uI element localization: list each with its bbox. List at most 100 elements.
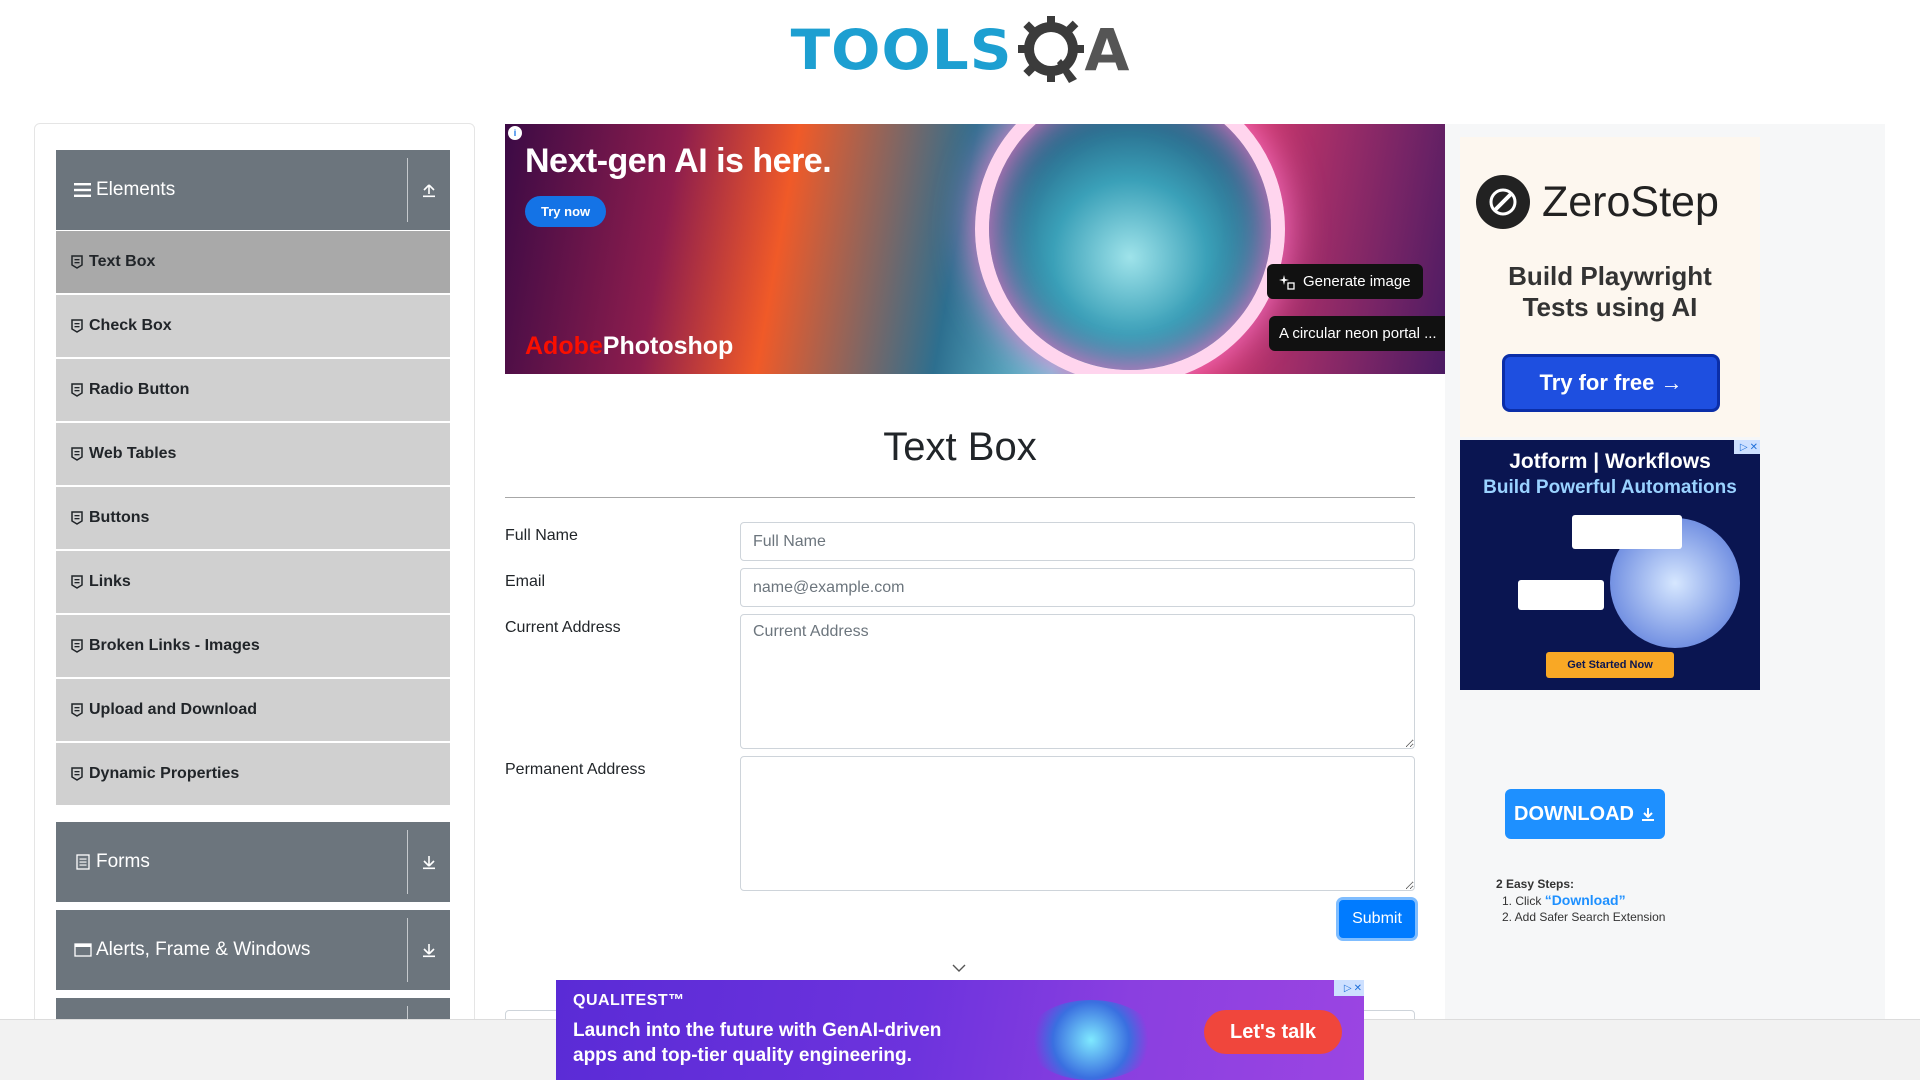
jotform-card (1572, 515, 1682, 549)
download-label: DOWNLOAD (1514, 802, 1634, 825)
ad-headline: Next-gen AI is here. (525, 142, 832, 180)
sidebar-item-label: Buttons (89, 509, 150, 526)
expand-down-icon[interactable] (408, 942, 450, 958)
chevron-down-icon[interactable] (951, 960, 967, 976)
zerostep-tagline: Build Playwright Tests using AI (1460, 261, 1760, 323)
badge-icon (71, 639, 83, 653)
jotform-ad[interactable]: ▷ ✕ Jotform | Workflows Build Powerful Au… (1460, 440, 1760, 690)
sidebar-item-check-box[interactable]: Check Box (56, 295, 450, 357)
ad-brand-adobe: Adobe (525, 332, 603, 360)
sidebar-item-web-tables[interactable]: Web Tables (56, 423, 450, 485)
sidebar-item-radio-button[interactable]: Radio Button (56, 359, 450, 421)
permanent-address-textarea[interactable] (740, 756, 1415, 891)
badge-icon (71, 511, 83, 525)
gear-icon (1017, 16, 1084, 83)
group-label: Forms (96, 851, 150, 872)
adchoices-icon[interactable]: i (508, 126, 522, 140)
current-address-textarea[interactable] (740, 614, 1415, 749)
badge-icon (71, 703, 83, 717)
hamburger-icon (74, 181, 92, 199)
group-label: Elements (96, 179, 176, 200)
current-address-label: Current Address (505, 619, 621, 636)
photoshop-ad-banner[interactable]: i Next-gen AI is here. Try now AdobePhot… (505, 124, 1445, 374)
sidebar-item-upload-download[interactable]: Upload and Download (56, 679, 450, 741)
ad-generate-label: Generate image (1303, 273, 1411, 290)
download-steps: 2 Easy Steps: 1. Click “Download” 2. Add… (1496, 876, 1665, 925)
zerostep-ad[interactable]: ZeroStep Build Playwright Tests using AI… (1460, 137, 1760, 437)
steps-title: 2 Easy Steps: (1496, 877, 1575, 891)
full-name-input[interactable] (740, 522, 1415, 561)
sparkle-icon (1279, 274, 1295, 290)
ad-close-icon[interactable]: ▷ ✕ (1334, 980, 1364, 996)
step-1: 1. Click “Download” (1496, 892, 1665, 909)
ad-brand-product: Photoshop (602, 332, 734, 360)
sidebar-item-dynamic-properties[interactable]: Dynamic Properties (56, 743, 450, 805)
sidebar-item-label: Text Box (89, 253, 156, 270)
full-name-label: Full Name (505, 527, 578, 544)
sidebar-item-label: Dynamic Properties (89, 765, 240, 782)
zerostep-logo: ZeroStep (1476, 175, 1719, 229)
ad-prompt-text: A circular neon portal ... (1269, 316, 1445, 351)
sidebar-item-label: Links (89, 573, 131, 590)
document-icon (74, 853, 92, 871)
title-divider (505, 497, 1415, 498)
jotform-tagline: Build Powerful Automations (1483, 477, 1737, 498)
robot-illustration (1026, 1000, 1156, 1080)
sidebar-item-links[interactable]: Links (56, 551, 450, 613)
badge-icon (71, 319, 83, 333)
jotform-card (1518, 580, 1604, 610)
page-title: Text Box (883, 425, 1037, 469)
zerostep-tagline-1: Build Playwright (1508, 261, 1712, 291)
download-icon (1641, 808, 1654, 821)
group-label: Alerts, Frame & Windows (96, 939, 311, 960)
toolsqa-logo[interactable]: TOOLS A (790, 13, 1130, 87)
badge-icon (71, 447, 83, 461)
sidebar-item-label: Web Tables (89, 445, 177, 462)
sidebar-item-label: Radio Button (89, 381, 190, 398)
zerostep-tagline-2: Tests using AI (1522, 292, 1698, 322)
qualitest-line-1: Launch into the future with GenAI-driven (573, 1020, 942, 1041)
expand-down-icon[interactable] (408, 854, 450, 870)
email-input[interactable] (740, 568, 1415, 607)
ad-generate-image-button[interactable]: Generate image (1267, 264, 1423, 299)
ad-portal-graphic (975, 124, 1285, 374)
step-1-prefix: 1. Click (1502, 894, 1545, 908)
qualitest-copy: Launch into the future with GenAI-driven… (573, 1018, 941, 1068)
step-2: 2. Add Safer Search Extension (1502, 910, 1666, 924)
zerostep-try-free-button[interactable]: Try for free → (1502, 354, 1720, 412)
collapse-up-icon[interactable] (408, 182, 450, 198)
sidebar-item-label: Broken Links - Images (89, 637, 260, 654)
badge-icon (71, 575, 83, 589)
email-label: Email (505, 573, 546, 590)
jotform-brand: Jotform | Workflows (1509, 450, 1711, 473)
zerostep-name: ZeroStep (1542, 177, 1719, 226)
sidebar: Elements Text Box Check Box Radio Button… (34, 123, 475, 1080)
qualitest-brand: QUALITEST™ (573, 992, 685, 1009)
sidebar-item-buttons[interactable]: Buttons (56, 487, 450, 549)
step-1-link[interactable]: “Download” (1545, 892, 1626, 908)
ad-brand: AdobePhotoshop (525, 332, 733, 361)
qualitest-ad-banner[interactable]: ▷ ✕ QUALITEST™ Launch into the future wit… (556, 980, 1364, 1080)
logo-qa-mark: A (1017, 13, 1130, 87)
badge-icon (71, 767, 83, 781)
jotform-get-started-button[interactable]: Get Started Now (1546, 652, 1674, 678)
site-header: TOOLS A (0, 0, 1920, 100)
submit-button[interactable]: Submit (1339, 900, 1415, 938)
logo-a: A (1084, 16, 1130, 84)
sidebar-item-broken-links[interactable]: Broken Links - Images (56, 615, 450, 677)
group-elements[interactable]: Elements (56, 150, 450, 230)
zerostep-mark-icon (1476, 175, 1530, 229)
ad-try-now-button[interactable]: Try now (525, 196, 607, 227)
sidebar-item-text-box[interactable]: Text Box (56, 231, 450, 293)
group-forms[interactable]: Forms (56, 822, 450, 902)
window-icon (74, 941, 92, 959)
elements-menu: Text Box Check Box Radio Button Web Tabl… (56, 231, 450, 807)
qualitest-lets-talk-button[interactable]: Let's talk (1204, 1010, 1342, 1054)
download-button[interactable]: DOWNLOAD (1505, 789, 1665, 839)
badge-icon (71, 383, 83, 397)
sidebar-item-label: Upload and Download (89, 701, 257, 718)
group-alerts-frame-windows[interactable]: Alerts, Frame & Windows (56, 910, 450, 990)
sidebar-item-label: Check Box (89, 317, 172, 334)
logo-text: TOOLS (790, 17, 1013, 83)
permanent-address-label: Permanent Address (505, 761, 646, 778)
